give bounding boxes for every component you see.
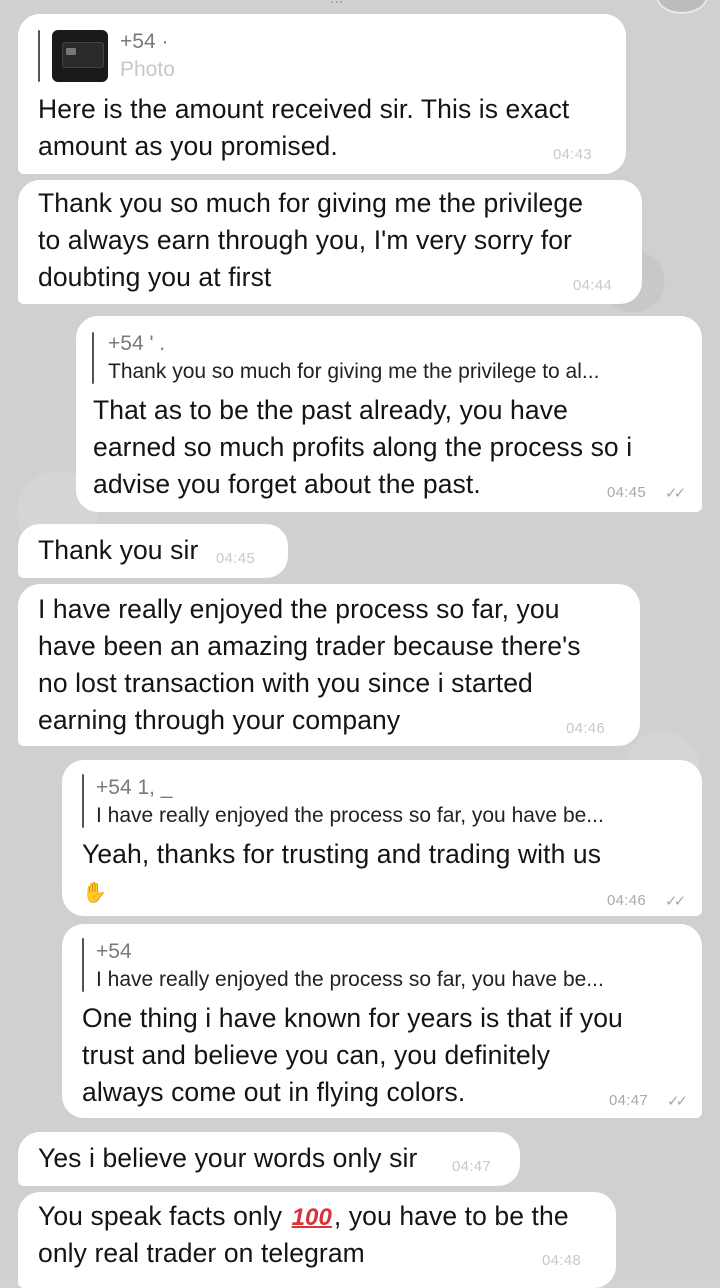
reply-bar [82,938,84,992]
message-text-part: You speak facts only [38,1201,290,1231]
message-time: 04:47 [609,1092,649,1109]
message-text: One thing i have known for years is that… [82,1003,623,1107]
message-bubble-outgoing[interactable]: +54 ' . Thank you so much for giving me … [76,316,702,512]
message-text: Yeah, thanks for trusting and trading wi… [82,839,602,869]
reply-preview: I have really enjoyed the process so far… [96,804,604,827]
message-time: 04:47 [452,1158,492,1175]
photo-thumbnail[interactable] [52,30,108,82]
handshake-icon: ✋ [82,882,107,904]
message-bubble-incoming[interactable]: You speak facts only 100, you have to be… [18,1192,616,1288]
reply-preview: Photo [120,58,175,81]
message-text: Thank you sir [38,535,199,565]
reply-bar [92,332,94,384]
message-time: 04:46 [566,720,606,737]
message-text: You speak facts only 100, you have to be… [38,1198,569,1236]
message-bubble-outgoing[interactable]: +54 1, _ I have really enjoyed the proce… [62,760,702,916]
reply-bar [38,30,40,82]
double-check-icon: ✓✓ [665,485,686,502]
message-text: Thank you so much for giving me the priv… [38,188,584,292]
message-text: Yes i believe your words only sir [38,1143,418,1173]
message-bubble-incoming[interactable]: Thank you sir 04:45 [18,524,288,578]
reply-bar [82,774,84,828]
message-text: That as to be the past already, you have… [93,395,633,499]
message-text: Here is the amount received sir. This is… [38,94,570,161]
reply-sender: +54 ' . [108,332,166,355]
double-check-icon: ✓✓ [665,893,686,910]
card-chip [66,48,76,55]
reply-sender: +54 1, _ [96,776,173,799]
message-time: 04:44 [573,277,613,294]
reply-preview: Thank you so much for giving me the priv… [108,360,600,383]
message-list[interactable]: +54 · Photo Here is the amount received … [0,0,720,1288]
message-bubble-outgoing[interactable]: +54 I have really enjoyed the process so… [62,924,702,1118]
reply-sender: +54 [96,940,132,963]
message-time: 04:45 [216,550,256,567]
message-time: 04:48 [542,1252,582,1269]
message-bubble-incoming[interactable]: +54 · Photo Here is the amount received … [18,14,626,174]
reply-preview: I have really enjoyed the process so far… [96,968,604,991]
message-text: I have really enjoyed the process so far… [38,594,581,735]
message-time: 04:43 [553,146,593,163]
message-bubble-incoming[interactable]: Yes i believe your words only sir 04:47 [18,1132,520,1186]
card-image [62,42,104,68]
message-time: 04:46 [607,892,647,909]
message-bubble-incoming[interactable]: I have really enjoyed the process so far… [18,584,640,746]
hundred-points-icon: 100 [291,1204,332,1231]
reply-sender: +54 · [120,30,169,53]
message-bubble-incoming[interactable]: Thank you so much for giving me the priv… [18,180,642,304]
message-text-line-2: only real trader on telegram [38,1238,365,1268]
double-check-icon: ✓✓ [667,1093,688,1110]
message-time: 04:45 [607,484,647,501]
message-text-part: , you have to be the [333,1201,569,1231]
